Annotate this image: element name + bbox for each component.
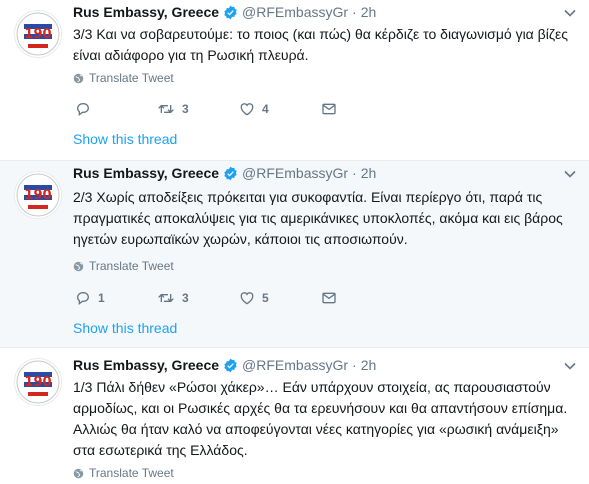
tweet[interactable]: 190 Rus Embassy, Greece @RFEmbassyGr · 2… — [0, 348, 589, 484]
retweet-icon — [158, 293, 174, 303]
reply-count: 1 — [98, 291, 105, 305]
like-icon — [240, 292, 254, 305]
separator-dot: · — [352, 4, 357, 20]
show-thread-link[interactable]: Show this thread — [73, 131, 177, 147]
reply-icon — [76, 103, 90, 117]
like-icon — [240, 103, 254, 116]
reply-icon — [76, 292, 90, 306]
svg-text:190: 190 — [24, 188, 51, 203]
like-button[interactable]: 5 — [239, 290, 321, 306]
translate-label: Translate Tweet — [89, 71, 174, 85]
dm-envelope-icon — [322, 103, 336, 115]
tweet[interactable]: 190 Rus Embassy, Greece @RFEmbassyGr · 2… — [0, 161, 589, 348]
avatar[interactable]: 190 — [14, 358, 62, 406]
tweet-text: 2/3 Χωρίς αποδείξεις πρόκειται για συκοφ… — [73, 187, 578, 250]
svg-text:190: 190 — [24, 375, 51, 390]
verified-badge-icon — [224, 166, 237, 180]
retweet-button[interactable]: 3 — [157, 101, 239, 117]
separator-dot: · — [352, 357, 357, 373]
tweet-text-line: 1/3 Πάλι δήθεν «Ρώσοι χάκερ»… Εάν υπάρχο… — [73, 379, 551, 395]
tweet-text-line: 3/3 Και να σοβαρευτούμε: το ποιος (και π… — [73, 26, 568, 42]
embassy-logo-icon: 190 — [16, 360, 60, 404]
translate-label: Translate Tweet — [89, 466, 174, 480]
direct-message-button[interactable] — [321, 101, 337, 117]
show-thread-link[interactable]: Show this thread — [73, 320, 177, 336]
translate-tweet-link[interactable]: Translate Tweet — [73, 70, 174, 86]
reply-button[interactable] — [75, 101, 157, 117]
translate-tweet-link[interactable]: Translate Tweet — [73, 258, 174, 274]
caret-down-icon[interactable] — [563, 6, 577, 20]
tweet-timestamp[interactable]: 2h — [361, 4, 377, 20]
globe-icon — [73, 73, 84, 83]
avatar[interactable]: 190 — [14, 171, 62, 219]
tweet-actions: 1 3 5 — [75, 288, 337, 308]
caret-down-icon[interactable] — [563, 167, 577, 181]
tweet-text-line: είναι αδιάφορο για τη Ρωσική πλευρά. — [73, 47, 309, 63]
like-count: 5 — [262, 291, 269, 305]
dm-envelope-icon — [322, 292, 336, 304]
tweet[interactable]: 190 Rus Embassy, Greece @RFEmbassyGr · 2… — [0, 0, 589, 161]
embassy-logo-icon: 190 — [16, 173, 60, 217]
verified-badge-icon — [224, 5, 237, 19]
author-handle[interactable]: @RFEmbassyGr — [242, 165, 348, 181]
retweet-button[interactable]: 3 — [157, 290, 239, 306]
author-name[interactable]: Rus Embassy, Greece — [73, 4, 219, 20]
avatar[interactable]: 190 — [14, 10, 62, 58]
direct-message-button[interactable] — [321, 290, 337, 306]
retweet-count: 3 — [182, 102, 189, 116]
tweet-text-line: ηγετών ευρωπαϊκών χωρών, κάποιοι τις απο… — [73, 231, 408, 247]
tweet-timestamp[interactable]: 2h — [361, 357, 377, 373]
embassy-logo-icon: 190 — [16, 12, 60, 56]
globe-icon — [73, 261, 84, 271]
tweet-text: 1/3 Πάλι δήθεν «Ρώσοι χάκερ»… Εάν υπάρχο… — [73, 377, 578, 461]
translate-label: Translate Tweet — [89, 259, 174, 273]
reply-button[interactable]: 1 — [75, 290, 157, 306]
author-name[interactable]: Rus Embassy, Greece — [73, 165, 219, 181]
author-name[interactable]: Rus Embassy, Greece — [73, 357, 219, 373]
tweet-text-line: αρμοδίως, και οι Ρωσικές αρχές θα τα ερε… — [73, 400, 568, 416]
separator-dot: · — [352, 165, 357, 181]
tweet-timestamp[interactable]: 2h — [361, 165, 377, 181]
tweet-text-line: 2/3 Χωρίς αποδείξεις πρόκειται για συκοφ… — [73, 189, 543, 205]
like-count: 4 — [262, 102, 269, 116]
tweet-text: 3/3 Και να σοβαρευτούμε: το ποιος (και π… — [73, 24, 578, 66]
tweet-text-line: Αλλιώς θα ήταν καλό να αποφεύγονται νέες… — [73, 421, 559, 437]
author-handle[interactable]: @RFEmbassyGr — [242, 357, 348, 373]
translate-tweet-link[interactable]: Translate Tweet — [73, 465, 174, 481]
tweet-text-line: πραγματικές αποκαλύψεις για τις αμερικάν… — [73, 210, 563, 226]
svg-text:190: 190 — [24, 27, 51, 42]
retweet-count: 3 — [182, 291, 189, 305]
author-handle[interactable]: @RFEmbassyGr — [242, 4, 348, 20]
caret-down-icon[interactable] — [563, 359, 577, 373]
verified-badge-icon — [224, 358, 237, 372]
like-button[interactable]: 4 — [239, 101, 321, 117]
tweet-actions: 3 4 — [75, 99, 337, 119]
tweet-text-line: στα εσωτερικά της Ελλάδος. — [73, 442, 248, 458]
globe-icon — [73, 468, 84, 478]
retweet-icon — [158, 104, 174, 114]
